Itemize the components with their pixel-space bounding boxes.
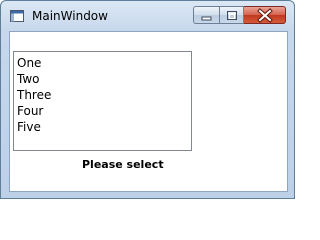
window-title: MainWindow <box>32 9 108 23</box>
options-listbox[interactable]: One Two Three Four Five <box>13 51 192 151</box>
list-item[interactable]: Four <box>17 103 191 119</box>
close-icon <box>257 8 273 23</box>
client-area: One Two Three Four Five Please select <box>9 31 288 192</box>
maximize-button[interactable] <box>219 6 244 24</box>
caption-buttons <box>193 6 286 24</box>
title-bar[interactable]: MainWindow <box>1 1 294 31</box>
close-button[interactable] <box>244 6 286 24</box>
minimize-button[interactable] <box>193 6 219 24</box>
list-item[interactable]: One <box>17 55 191 71</box>
list-item[interactable]: Three <box>17 87 191 103</box>
app-icon <box>10 10 24 22</box>
selection-prompt: Please select <box>82 158 164 171</box>
maximize-icon <box>227 11 237 20</box>
list-item[interactable]: Two <box>17 71 191 87</box>
list-item[interactable]: Five <box>17 119 191 135</box>
minimize-icon <box>201 16 212 21</box>
main-window: MainWindow One Two Three Four Five Pleas… <box>0 0 295 199</box>
